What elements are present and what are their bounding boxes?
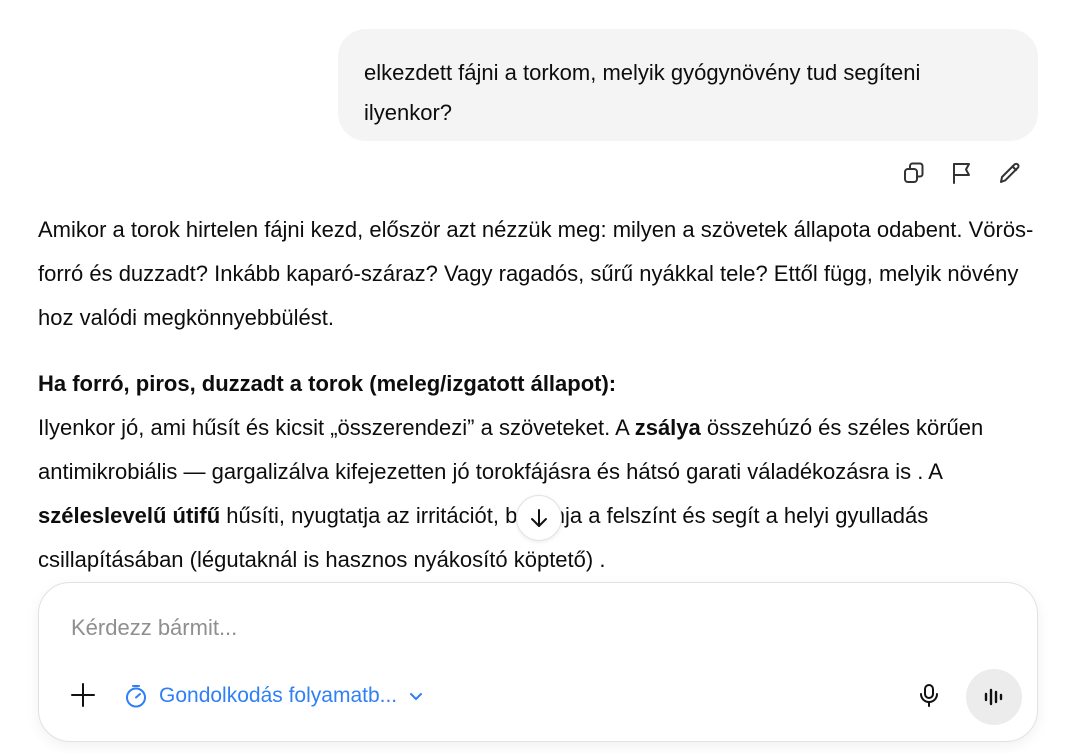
timer-icon — [126, 685, 146, 708]
chevron-down-icon — [410, 693, 423, 700]
assistant-paragraph: Amikor a torok hirtelen fájni kezd, elős… — [38, 217, 1034, 330]
user-message-text: elkezdett fájni a torkom, melyik gyógynö… — [364, 60, 921, 125]
thinking-mode-label: Gondolkodás folyamatb... — [159, 684, 398, 707]
message-actions — [894, 153, 1038, 193]
plus-icon — [71, 683, 95, 707]
bold-term-utifu: széleslevelű útifű — [38, 503, 221, 528]
bold-term-zsalya: zsálya — [634, 415, 701, 440]
prompt-input[interactable] — [71, 611, 971, 645]
assistant-paragraph-2: Ilyenkor jó, ami hűsít és kicsit „összer… — [38, 406, 1038, 582]
edit-pencil-icon — [1000, 162, 1020, 183]
text-segment: Ilyenkor jó, ami hűsít és kicsit „összer… — [38, 415, 635, 440]
microphone-icon — [920, 684, 938, 707]
composer: Gondolkodás folyamatb... — [38, 582, 1038, 742]
report-button[interactable] — [942, 153, 982, 193]
copy-button[interactable] — [894, 153, 934, 193]
scroll-to-bottom-button[interactable] — [516, 495, 562, 541]
edit-button[interactable] — [990, 153, 1030, 193]
copy-icon — [904, 162, 924, 183]
flag-icon — [953, 163, 970, 184]
user-message-bubble: elkezdett fájni a torkom, melyik gyógynö… — [338, 29, 1038, 141]
waveform-icon — [984, 688, 1003, 706]
dictate-button[interactable] — [909, 675, 949, 715]
assistant-heading: Ha forró, piros, duzzadt a torok (meleg/… — [38, 371, 617, 396]
add-attachment-button[interactable] — [63, 675, 103, 715]
arrow-down-icon — [531, 509, 547, 527]
voice-mode-button[interactable] — [966, 669, 1022, 725]
thinking-mode-selector[interactable]: Gondolkodás folyamatb... — [123, 679, 425, 713]
